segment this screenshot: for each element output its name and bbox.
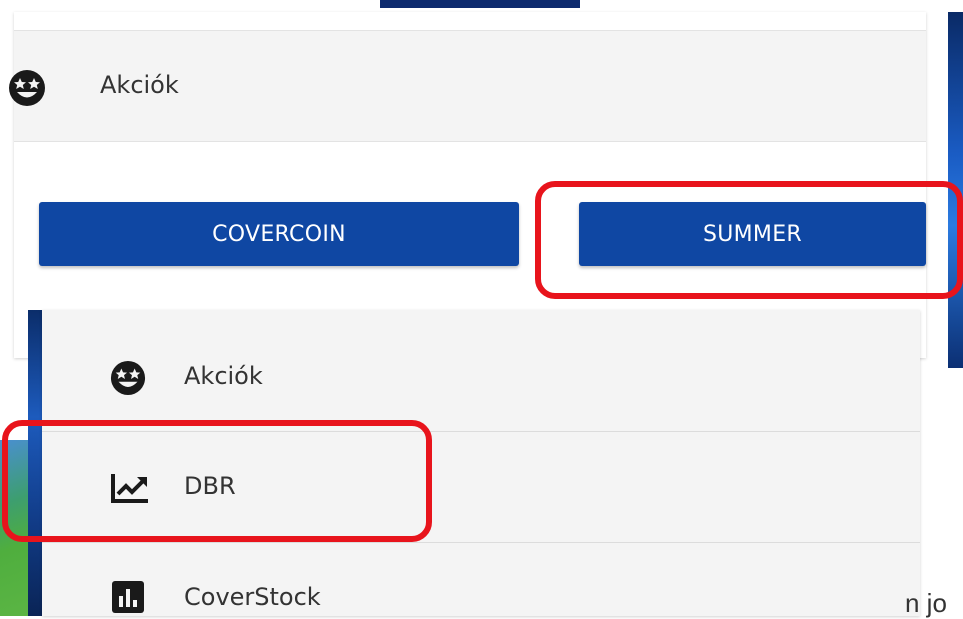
menu-item-label: Akciók (100, 71, 179, 99)
star-eyes-emoji-icon (110, 360, 146, 396)
menu-item-akciok[interactable]: Akciók (42, 310, 920, 430)
menu-item-label: Akciók (184, 362, 263, 390)
star-eyes-emoji-icon (9, 70, 45, 106)
background-text-fragment: n jo (905, 588, 947, 618)
bar-chart-icon (112, 581, 144, 613)
menu-item-coverstock[interactable]: CoverStock (42, 543, 920, 616)
menu-item-akciok-top[interactable]: Akciók (9, 30, 926, 142)
covercoin-button[interactable]: COVERCOIN (39, 202, 519, 266)
highlight-dbr (2, 420, 432, 542)
header-bar-fragment (380, 0, 580, 8)
highlight-summer (535, 181, 963, 299)
menu-item-label: CoverStock (184, 583, 321, 611)
